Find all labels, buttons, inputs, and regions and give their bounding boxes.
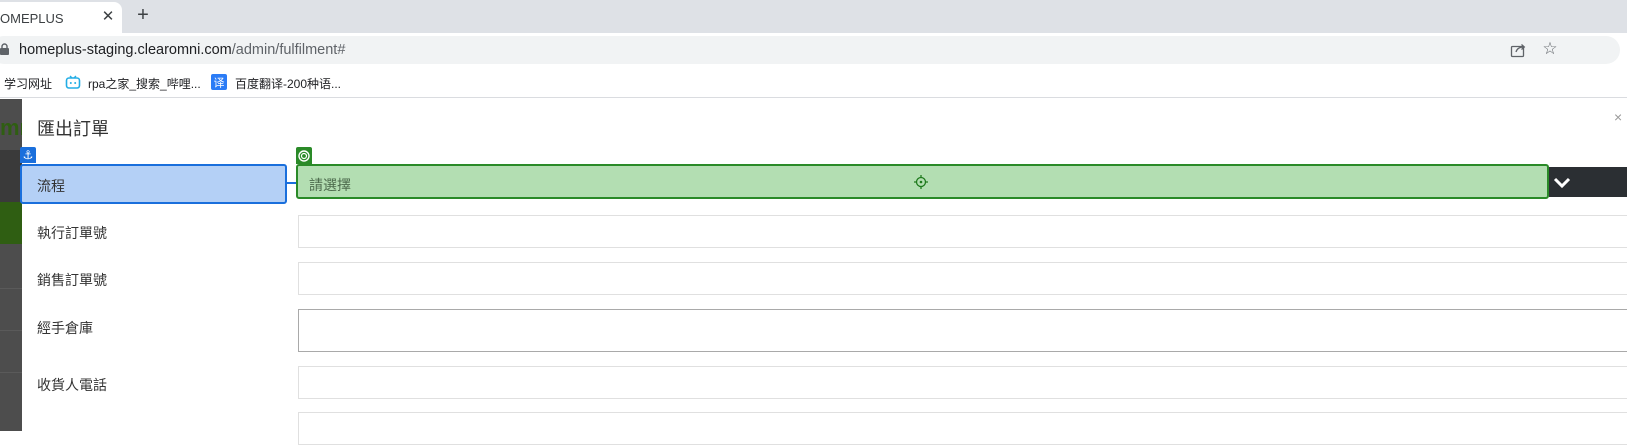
receiver-phone-label: 收貨人電話: [37, 377, 107, 393]
backdrop-active-nav: [0, 202, 22, 244]
tab-strip: [0, 0, 1627, 33]
modal-title: 匯出訂單: [37, 119, 109, 139]
backdrop-divider: [0, 330, 22, 331]
backdrop-header: [0, 150, 22, 202]
fulfilment-order-label: 執行訂單號: [37, 225, 107, 241]
warehouse-label: 經手倉庫: [37, 320, 93, 336]
fulfilment-order-input[interactable]: [298, 215, 1627, 248]
chevron-down-icon: [1553, 177, 1571, 189]
flow-label: 流程: [37, 178, 65, 194]
sales-order-label: 銷售訂單號: [37, 272, 107, 288]
tab-close-icon[interactable]: ✕: [99, 8, 117, 26]
page-backdrop: [0, 99, 22, 431]
bookmark-study[interactable]: 学习网址: [4, 75, 52, 92]
translate-icon: 译: [211, 74, 227, 90]
next-field-input[interactable]: [298, 412, 1627, 445]
backdrop-divider: [0, 288, 22, 289]
lock-icon: [0, 43, 9, 55]
share-icon[interactable]: [1510, 42, 1526, 58]
receiver-phone-input[interactable]: [298, 366, 1627, 399]
warehouse-input[interactable]: [298, 309, 1627, 352]
bilibili-icon: [65, 75, 81, 89]
flow-select-toggle[interactable]: [1549, 167, 1627, 197]
anchor-icon: ⚓: [20, 147, 36, 163]
target-icon: [296, 147, 312, 164]
url-path: /admin/fulfilment#: [231, 42, 346, 58]
svg-text:译: 译: [214, 77, 225, 90]
crosshair-icon: [914, 175, 928, 189]
bookmark-rpa[interactable]: rpa之家_搜索_哔哩...: [88, 75, 201, 92]
modal-close-icon[interactable]: ×: [1614, 109, 1622, 125]
url-host: homeplus-staging.clearomni.com: [19, 42, 232, 58]
url-text[interactable]: homeplus-staging.clearomni.com/admin/ful…: [19, 42, 345, 58]
new-tab-button[interactable]: +: [133, 5, 153, 25]
browser-tab[interactable]: OMEPLUS ✕: [0, 2, 122, 33]
sales-order-input[interactable]: [298, 262, 1627, 295]
bookmark-baidu-translate[interactable]: 百度翻译-200种语...: [235, 75, 341, 92]
tab-title: OMEPLUS: [0, 11, 64, 26]
flow-select-placeholder: 請選擇: [309, 177, 351, 193]
bookmark-star-icon[interactable]: ☆: [1541, 40, 1559, 58]
backdrop-divider: [0, 372, 22, 373]
